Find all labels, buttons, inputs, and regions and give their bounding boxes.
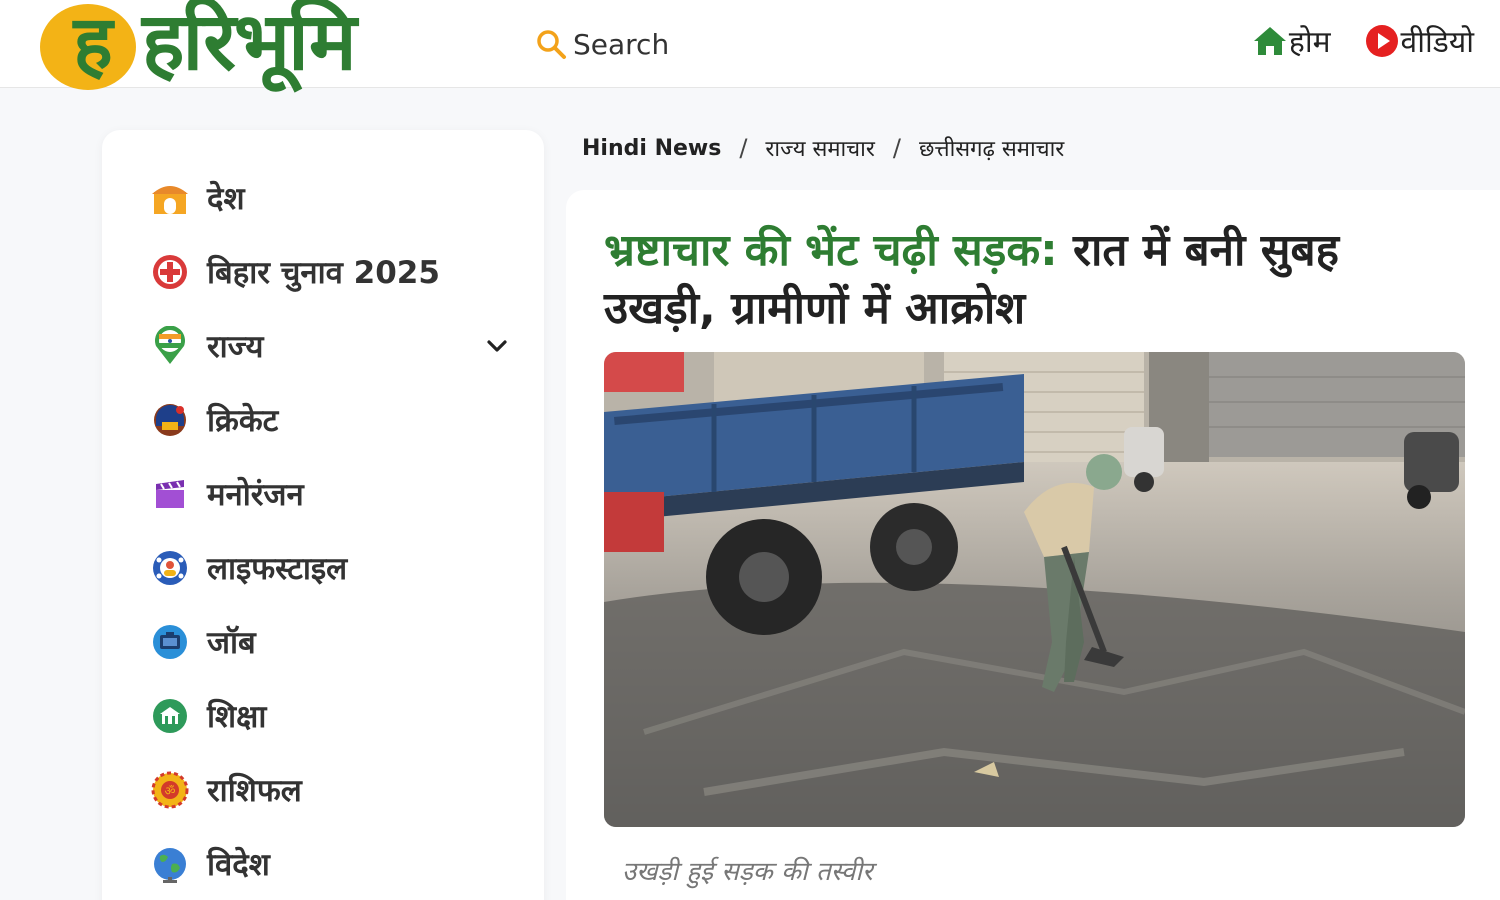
logo-text: हरिभूमि — [142, 0, 357, 88]
search-label: Search — [573, 27, 670, 61]
cricket-helmet-icon — [154, 404, 186, 436]
sidebar-item-label: देश — [207, 181, 245, 217]
sidebar-item-label: बिहार चुनाव 2025 — [207, 255, 440, 291]
sidebar-item-cricket[interactable]: क्रिकेट — [150, 395, 510, 445]
breadcrumb-state-news[interactable]: राज्य समाचार — [765, 133, 874, 163]
sidebar-item-manoranjan[interactable]: मनोरंजन — [150, 469, 510, 519]
nav-home-link[interactable]: होम — [1251, 20, 1331, 61]
sidebar-item-label: राज्य — [207, 329, 264, 365]
article-headline: भ्रष्टाचार की भेंट चढ़ी सड़क: रात में बन… — [604, 222, 1464, 338]
breadcrumb-separator: / — [739, 134, 748, 162]
breadcrumb-chhattisgarh-news[interactable]: छत्तीसगढ़ समाचार — [919, 133, 1064, 163]
india-map-pin-icon — [155, 326, 185, 364]
sidebar-item-label: राशिफल — [207, 773, 302, 809]
sidebar-item-job[interactable]: जॉब — [150, 617, 510, 667]
top-nav: होम वीडियो — [1219, 20, 1474, 61]
sidebar-item-bihar-election[interactable]: बिहार चुनाव 2025 — [150, 247, 510, 297]
breadcrumb-hindi-news[interactable]: Hindi News — [582, 136, 721, 161]
temple-gate-icon — [152, 186, 188, 214]
sidebar-item-label: क्रिकेट — [207, 403, 279, 439]
site-logo[interactable]: ह हरिभूमि — [40, 0, 485, 90]
search-box[interactable]: Search — [535, 24, 669, 64]
sidebar-item-label: लाइफस्टाइल — [207, 551, 348, 587]
om-zodiac-icon: ॐ — [151, 771, 189, 809]
logo-letter: ह — [73, 0, 113, 86]
sidebar-item-lifestyle[interactable]: लाइफस्टाइल — [150, 543, 510, 593]
article-photo[interactable] — [604, 352, 1465, 827]
lifestyle-globe-icon — [153, 551, 187, 585]
world-globe-icon — [154, 848, 186, 883]
nav-video-label: वीडियो — [1400, 25, 1474, 60]
chevron-down-icon[interactable] — [484, 333, 510, 359]
nav-video-link[interactable]: वीडियो — [1363, 20, 1474, 61]
sidebar-item-rashifal[interactable]: ॐ राशिफल — [150, 765, 510, 815]
sidebar-item-desh[interactable]: देश — [150, 173, 510, 223]
sidebar-item-videsh[interactable]: विदेश — [150, 839, 510, 889]
sidebar-item-label: शिक्षा — [207, 699, 267, 735]
photo-caption: उखड़ी हुई सड़क की तस्वीर — [622, 857, 873, 887]
sidebar-item-label: जॉब — [207, 625, 256, 661]
job-briefcase-icon — [153, 625, 187, 659]
headline-accent: भ्रष्टाचार की भेंट चढ़ी सड़क: — [604, 225, 1058, 276]
road-repair-photo — [604, 352, 1465, 827]
site-header: ह हरिभूमि Search होम वीडियो — [0, 0, 1500, 90]
election-cross-icon — [153, 255, 187, 289]
breadcrumb-separator: / — [892, 134, 901, 162]
sidebar-item-label: मनोरंजन — [207, 477, 304, 513]
breadcrumb: Hindi News / राज्य समाचार / छत्तीसगढ़ सम… — [582, 128, 1064, 168]
search-icon — [537, 30, 566, 59]
sidebar-item-rajya[interactable]: राज्य — [150, 321, 510, 371]
sidebar-item-label: विदेश — [207, 847, 270, 883]
home-icon — [1253, 26, 1286, 55]
education-building-icon — [153, 699, 187, 733]
svg-text:ॐ: ॐ — [165, 784, 176, 798]
clapperboard-icon — [156, 480, 184, 508]
category-sidebar: देश बिहार चुनाव 2025 राज्य क्रिकेट मनोरं… — [102, 130, 544, 900]
nav-home-label: होम — [1288, 25, 1331, 60]
video-play-icon — [1365, 24, 1398, 57]
sidebar-item-shiksha[interactable]: शिक्षा — [150, 691, 510, 741]
